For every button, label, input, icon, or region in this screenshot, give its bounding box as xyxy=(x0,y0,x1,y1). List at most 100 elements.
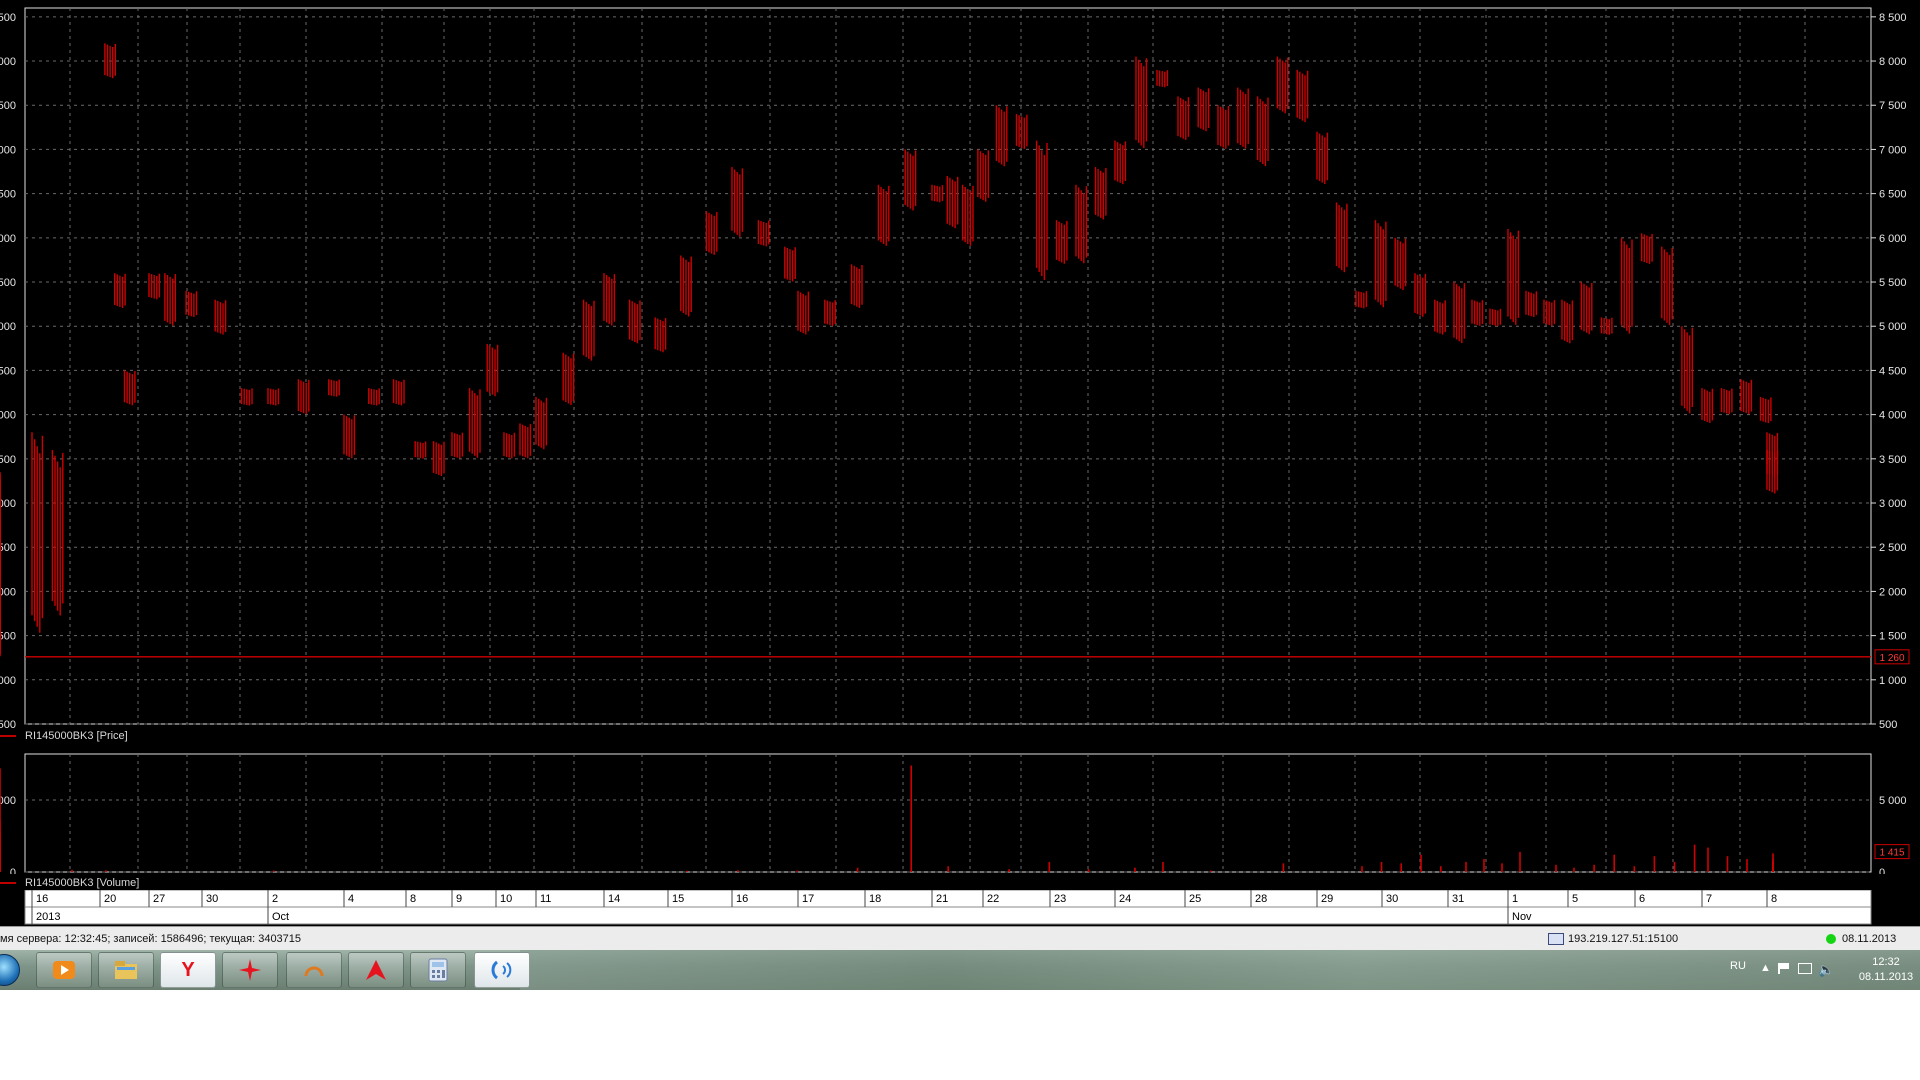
price-tick-label: 2 500 xyxy=(1879,542,1907,554)
price-tick-label: 4 500 xyxy=(1879,365,1907,377)
price-tick-label: 4 000 xyxy=(1879,410,1907,422)
time-axis-day-label: 10 xyxy=(500,893,512,905)
system-tray: RU ▲ 🔈 12:32 08.11.2013 xyxy=(1720,950,1920,990)
time-axis-day-label: 14 xyxy=(608,893,620,905)
folder-icon xyxy=(113,957,139,983)
action-center-flag-icon[interactable] xyxy=(1778,963,1790,974)
taskbar: Y RU ▲ 🔈 12:32 08.11.2013 xyxy=(0,950,1920,990)
yandex-icon: Y xyxy=(181,958,195,981)
taskbar-explorer[interactable] xyxy=(98,952,154,988)
price-series-swatch xyxy=(0,735,16,737)
time-axis-day-label: 7 xyxy=(1706,893,1712,905)
language-indicator[interactable]: RU xyxy=(1730,960,1746,972)
time-axis-day-label: 25 xyxy=(1189,893,1201,905)
tray-clock[interactable]: 12:32 08.11.2013 xyxy=(1856,955,1916,985)
time-axis-day-label: 16 xyxy=(736,893,748,905)
time-axis-day-label: 30 xyxy=(206,893,218,905)
price-left-tick-label: 500 xyxy=(0,719,16,729)
time-axis-day-label: 21 xyxy=(936,893,948,905)
time-axis-day-label: 17 xyxy=(802,893,814,905)
time-axis-day-label: 22 xyxy=(987,893,999,905)
desktop-wallpaper xyxy=(520,950,1920,990)
play-icon xyxy=(51,957,77,983)
time-axis-day-label: 9 xyxy=(456,893,462,905)
price-left-tick-label: 500 xyxy=(0,542,16,554)
time-axis[interactable]: 16 20 27 30 2 4 8 9 10 11 14 15 16 17 18 21 22 23 24 25 28 29… xyxy=(0,890,1920,926)
price-left-tick-label: 500 xyxy=(0,277,16,289)
show-hidden-icons-icon[interactable]: ▲ xyxy=(1760,962,1771,974)
time-axis-day-label: 29 xyxy=(1321,893,1333,905)
time-axis-day-label: 30 xyxy=(1386,893,1398,905)
start-button[interactable] xyxy=(0,954,20,986)
last-price-badge-text: 1 260 xyxy=(1879,653,1904,664)
time-axis-day-label: 24 xyxy=(1119,893,1131,905)
time-axis-period-label: Oct xyxy=(272,911,289,923)
calculator-icon xyxy=(425,957,451,983)
price-left-tick-label: 000 xyxy=(0,144,16,156)
volume-panel-label-text: RI145000BK3 [Volume] xyxy=(25,877,140,889)
last-volume-badge-text: 1 415 xyxy=(1879,848,1904,859)
price-left-tick-label: 000 xyxy=(0,498,16,510)
time-axis-day-label: 1 xyxy=(1512,893,1518,905)
time-axis-day-label: 31 xyxy=(1452,893,1464,905)
triangle-icon xyxy=(363,957,389,983)
price-tick-label: 6 000 xyxy=(1879,233,1907,245)
price-tick-label: 7 500 xyxy=(1879,100,1907,112)
price-left-tick-label: 000 xyxy=(0,321,16,333)
price-tick-label: 500 xyxy=(1879,719,1897,729)
volume-tick-label: 0 xyxy=(1879,867,1885,874)
volume-chart[interactable]: 0 0 5 000 000 1 415 xyxy=(0,748,1920,874)
time-axis-day-label: 15 xyxy=(672,893,684,905)
server-address-text: 193.219.127.51:15100 xyxy=(1568,933,1679,945)
alpari-icon xyxy=(301,957,327,983)
price-tick-label: 1 500 xyxy=(1879,631,1907,643)
time-axis-period-label: 2013 xyxy=(36,911,60,923)
taskbar-app-triangle[interactable] xyxy=(348,952,404,988)
volume-icon[interactable]: 🔈 xyxy=(1818,962,1834,978)
status-text: мя сервера: 12:32:45; записей: 1586496; … xyxy=(0,933,302,945)
price-tick-label: 7 000 xyxy=(1879,144,1907,156)
network-tray-icon[interactable] xyxy=(1798,963,1812,974)
time-axis-day-label: 4 xyxy=(348,893,354,905)
taskbar-terminal-star[interactable] xyxy=(222,952,278,988)
server-address[interactable]: 193.219.127.51:15100 xyxy=(1548,927,1678,951)
price-left-tick-label: 000 xyxy=(0,56,16,68)
price-left-tick-label: 500 xyxy=(0,454,16,466)
price-left-tick-label: 500 xyxy=(0,365,16,377)
time-axis-day-label: 28 xyxy=(1255,893,1267,905)
volume-left-tick-label: 0 xyxy=(10,867,16,874)
price-tick-label: 1 000 xyxy=(1879,675,1907,687)
taskbar-media-player[interactable] xyxy=(36,952,92,988)
taskbar-trading-app[interactable] xyxy=(474,952,530,988)
price-left-tick-label: 500 xyxy=(0,100,16,112)
taskbar-calculator[interactable] xyxy=(410,952,466,988)
time-axis-day-label: 20 xyxy=(104,893,116,905)
time-axis-day-label: 27 xyxy=(153,893,165,905)
signal-icon xyxy=(489,957,515,983)
tray-clock-time: 12:32 xyxy=(1872,956,1900,968)
price-left-tick-label: 000 xyxy=(0,233,16,245)
status-date-text: 08.11.2013 xyxy=(1842,933,1897,945)
price-left-tick-label: 500 xyxy=(0,189,16,201)
price-left-tick-label: 000 xyxy=(0,410,16,422)
price-tick-label: 8 500 xyxy=(1879,12,1907,24)
price-chart[interactable]: 500 500 1 000 000 1 500 500 2 000 000 2 500 500 3 … xyxy=(0,0,1920,729)
volume-series-swatch xyxy=(0,882,16,884)
volume-panel-label: RI145000BK3 [Volume] xyxy=(0,876,1920,890)
price-panel-label: RI145000BK3 [Price] xyxy=(0,729,1920,743)
price-left-tick-label: 000 xyxy=(0,675,16,687)
connection-status: 08.11.2013 xyxy=(1826,927,1896,951)
taskbar-yandex-browser[interactable]: Y xyxy=(160,952,216,988)
price-tick-label: 5 500 xyxy=(1879,277,1907,289)
time-axis-day-label: 8 xyxy=(1771,893,1777,905)
connected-indicator-icon xyxy=(1826,934,1836,944)
time-axis-day-label: 23 xyxy=(1054,893,1066,905)
star-icon xyxy=(237,957,263,983)
price-tick-label: 2 000 xyxy=(1879,586,1907,598)
tray-clock-date: 08.11.2013 xyxy=(1858,971,1914,983)
price-tick-label: 8 000 xyxy=(1879,56,1907,68)
time-axis-period-label: Nov xyxy=(1512,911,1532,923)
time-axis-day-label: 18 xyxy=(869,893,881,905)
time-axis-day-label: 5 xyxy=(1572,893,1578,905)
taskbar-alpari[interactable] xyxy=(286,952,342,988)
